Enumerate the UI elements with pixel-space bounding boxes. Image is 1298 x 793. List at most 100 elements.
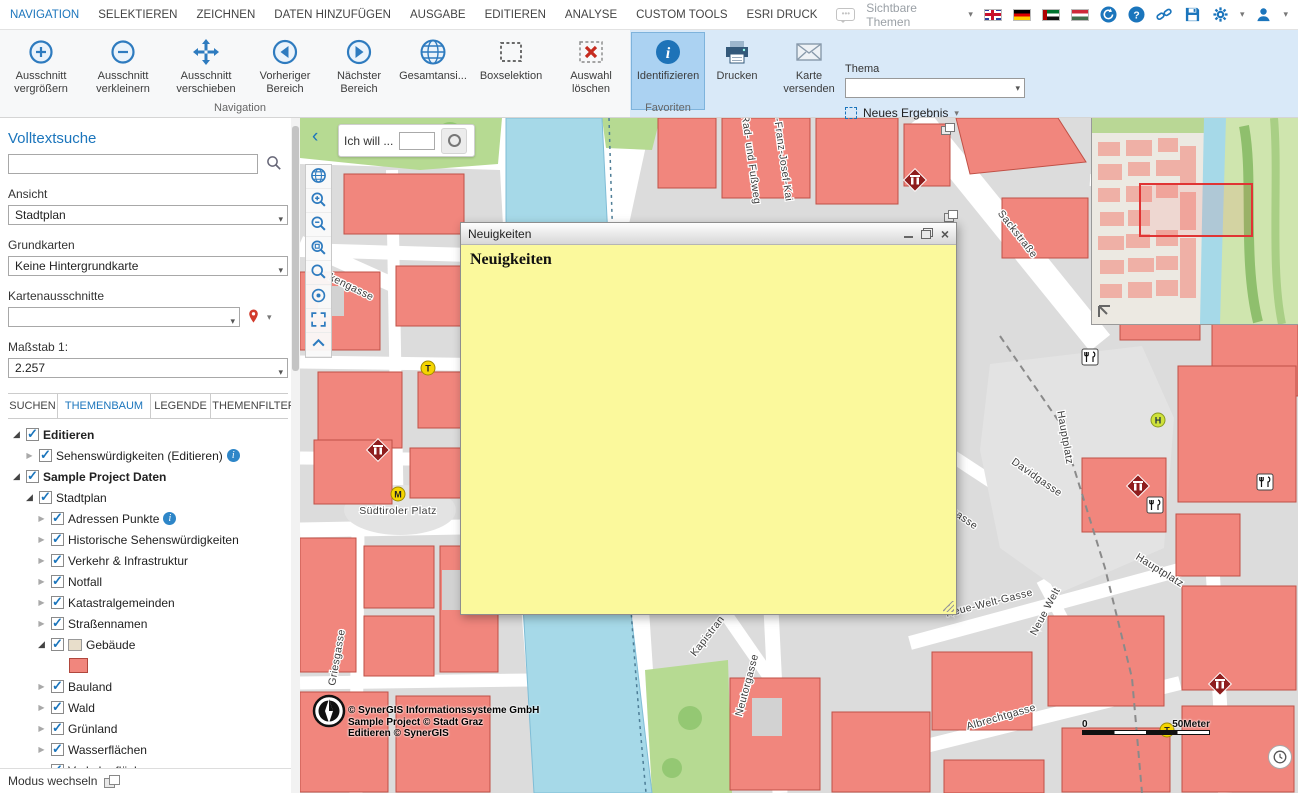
sidebar-scrollbar[interactable] bbox=[291, 118, 300, 793]
menu-item-ausgabe[interactable]: AUSGABE bbox=[410, 9, 466, 21]
menu-item-selektieren[interactable]: SELEKTIEREN bbox=[98, 9, 177, 21]
tree-expand-icon[interactable]: ▶ bbox=[36, 619, 47, 628]
layer-checkbox[interactable] bbox=[51, 638, 64, 651]
menu-item-navigation[interactable]: NAVIGATION bbox=[10, 9, 79, 21]
center-map-button[interactable] bbox=[306, 285, 331, 309]
scrollbar-thumb[interactable] bbox=[292, 126, 299, 371]
tree-item-stadtplan[interactable]: ◢Stadtplan bbox=[8, 487, 288, 508]
layer-label[interactable]: Notfall bbox=[68, 575, 102, 589]
tree-collapse-icon[interactable]: ◢ bbox=[11, 429, 22, 440]
ribbon-button-karte-versenden[interactable]: Karte versenden bbox=[770, 33, 848, 109]
tree-item-katastralgemeinden[interactable]: ▶Katastralgemeinden bbox=[8, 592, 288, 613]
layer-checkbox[interactable] bbox=[51, 575, 64, 588]
zoom-in-button[interactable] bbox=[306, 189, 331, 213]
info-icon[interactable]: i bbox=[227, 449, 240, 462]
layer-checkbox[interactable] bbox=[51, 743, 64, 756]
tree-expand-icon[interactable]: ▶ bbox=[36, 535, 47, 544]
user-caret-icon[interactable]: ▾ bbox=[1283, 10, 1288, 19]
flag-de-icon[interactable] bbox=[1013, 9, 1031, 21]
neuigkeiten-dialog[interactable]: Neuigkeiten × Neuigkeiten bbox=[460, 222, 957, 615]
layer-label[interactable]: Adressen Punkte bbox=[68, 512, 159, 526]
minimize-icon[interactable] bbox=[904, 229, 913, 238]
ich-will-input[interactable] bbox=[399, 132, 435, 150]
layer-label[interactable]: Historische Sehenswürdigkeiten bbox=[68, 533, 239, 547]
sidebar-collapse-chevron-icon[interactable]: ‹ bbox=[312, 130, 318, 144]
ansicht-select[interactable]: Stadtplan▾ bbox=[8, 205, 288, 225]
tree-item-sample-project-daten[interactable]: ◢ Sample Project Daten bbox=[8, 466, 288, 487]
layer-checkbox[interactable] bbox=[26, 470, 39, 483]
map-pin-icon[interactable] bbox=[246, 308, 261, 327]
save-icon[interactable] bbox=[1184, 6, 1201, 24]
tree-item-notfall[interactable]: ▶ Notfall bbox=[8, 571, 288, 592]
layer-label[interactable]: Wasserflächen bbox=[68, 743, 147, 757]
tree-collapse-icon[interactable]: ◢ bbox=[11, 471, 22, 482]
visible-themes-caret-icon[interactable]: ▾ bbox=[968, 10, 973, 19]
tab-themenbaum[interactable]: THEMENBAUM bbox=[58, 394, 151, 418]
layer-label[interactable]: Verkehr & Infrastruktur bbox=[68, 554, 188, 568]
ribbon-button-ausschnitt-verschieben[interactable]: Ausschnitt verschieben bbox=[166, 33, 246, 109]
layer-label[interactable]: Grünland bbox=[68, 722, 117, 736]
tree-item-verkehr-infrastruktur[interactable]: ▶ Verkehr & Infrastruktur bbox=[8, 550, 288, 571]
tree-collapse-icon[interactable]: ◢ bbox=[36, 639, 47, 650]
menu-item-daten-hinzuf-gen[interactable]: DATEN HINZUFÜGEN bbox=[274, 9, 391, 21]
tree-expand-icon[interactable]: ▶ bbox=[36, 682, 47, 691]
layer-label[interactable]: Sample Project Daten bbox=[43, 470, 166, 484]
resize-grip-icon[interactable] bbox=[943, 601, 954, 612]
layer-label[interactable]: Straßennamen bbox=[68, 617, 147, 631]
map-marker-tram-m-icon[interactable]: M bbox=[391, 487, 405, 501]
ich-will-button[interactable] bbox=[441, 128, 467, 154]
grundkarten-select[interactable]: Keine Hintergrundkarte▾ bbox=[8, 256, 288, 276]
menu-item-analyse[interactable]: ANALYSE bbox=[565, 9, 617, 21]
ribbon-button-identifizieren[interactable]: iIdentifizieren bbox=[632, 33, 704, 109]
layer-label[interactable]: Bauland bbox=[68, 680, 112, 694]
map-marker-tram-t-icon[interactable]: T bbox=[421, 361, 435, 375]
flag-uk-icon[interactable] bbox=[984, 9, 1002, 21]
ribbon-button-auswahl-l-schen[interactable]: Auswahl löschen bbox=[554, 33, 628, 109]
ribbon-button-vorheriger-bereich[interactable]: Vorheriger Bereich bbox=[250, 33, 320, 109]
tree-item-historische-sehensw-rdigkeiten[interactable]: ▶ Historische Sehenswürdigkeiten bbox=[8, 529, 288, 550]
tree-item-adressen-punkte[interactable]: ▶ Adressen Punkte i bbox=[8, 508, 288, 529]
tree-item-bauland[interactable]: ▶ Bauland bbox=[8, 676, 288, 697]
user-icon[interactable] bbox=[1255, 6, 1272, 24]
tree-expand-icon[interactable]: ▶ bbox=[24, 451, 35, 460]
menu-item-custom-tools[interactable]: CUSTOM TOOLS bbox=[636, 9, 727, 21]
layer-checkbox[interactable] bbox=[39, 449, 52, 462]
overview-extent-rectangle[interactable] bbox=[1140, 184, 1252, 236]
search-input[interactable] bbox=[8, 154, 258, 174]
zoom-selection-button[interactable] bbox=[306, 261, 331, 285]
layer-label[interactable]: Sehenswürdigkeiten (Editieren) bbox=[56, 449, 223, 463]
layer-label[interactable]: Gebäude bbox=[86, 638, 135, 652]
chevron-down-icon[interactable]: ▾ bbox=[267, 313, 272, 322]
close-icon[interactable]: × bbox=[941, 228, 949, 240]
tree-expand-icon[interactable]: ▶ bbox=[36, 514, 47, 523]
tree-expand-icon[interactable]: ▶ bbox=[36, 598, 47, 607]
layer-checkbox[interactable] bbox=[26, 428, 39, 441]
back-icon[interactable] bbox=[1100, 6, 1117, 24]
tree-expand-icon[interactable]: ▶ bbox=[36, 577, 47, 586]
tree-item-gebaeude-legend[interactable] bbox=[8, 655, 288, 676]
tab-suchen[interactable]: SUCHEN bbox=[8, 394, 58, 418]
layer-checkbox[interactable] bbox=[51, 533, 64, 546]
ribbon-button-ausschnitt-verkleinern[interactable]: Ausschnitt verkleinern bbox=[84, 33, 162, 109]
tree-item-wald[interactable]: ▶Wald bbox=[8, 697, 288, 718]
layer-checkbox[interactable] bbox=[51, 596, 64, 609]
dialog-titlebar[interactable]: Neuigkeiten × bbox=[461, 223, 956, 245]
settings-gear-icon[interactable] bbox=[1212, 6, 1229, 24]
ribbon-button-gesamtansi[interactable]: Gesamtansi... bbox=[398, 33, 468, 109]
tree-expand-icon[interactable]: ▶ bbox=[36, 556, 47, 565]
thema-select[interactable]: ▾ bbox=[845, 78, 1025, 98]
help-icon[interactable]: ? bbox=[1128, 6, 1145, 24]
ribbon-button-drucken[interactable]: Drucken bbox=[708, 33, 766, 109]
tree-expand-icon[interactable]: ▶ bbox=[36, 703, 47, 712]
info-icon[interactable]: i bbox=[163, 512, 176, 525]
map-marker-restaurant-icon[interactable] bbox=[1082, 349, 1098, 365]
flag-ae-icon[interactable] bbox=[1042, 9, 1060, 21]
massstab-select[interactable]: 2.257▾ bbox=[8, 358, 288, 378]
layer-checkbox[interactable] bbox=[51, 680, 64, 693]
layer-checkbox[interactable] bbox=[51, 512, 64, 525]
neues-ergebnis-button[interactable]: Neues Ergebnis ▾ bbox=[845, 106, 1025, 120]
zoom-out-button[interactable] bbox=[306, 213, 331, 237]
menu-item-esri-druck[interactable]: ESRI DRUCK bbox=[747, 9, 818, 21]
ribbon-button-ausschnitt-vergr-ern[interactable]: Ausschnitt vergrößern bbox=[2, 33, 80, 109]
layer-label[interactable]: Stadtplan bbox=[56, 491, 107, 505]
